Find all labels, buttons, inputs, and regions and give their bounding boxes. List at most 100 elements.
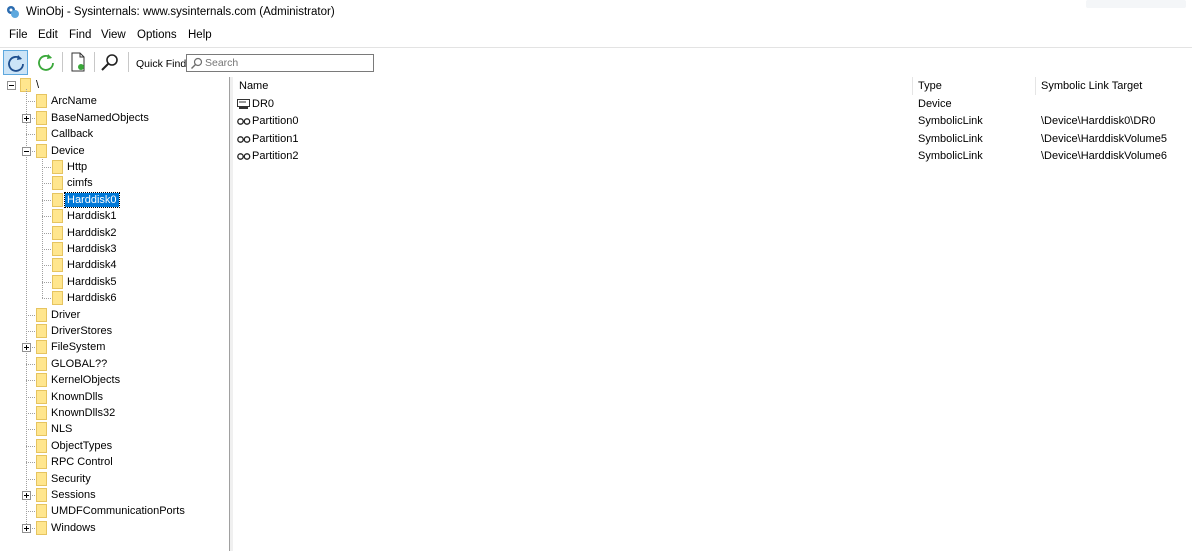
list-row[interactable]: DR0 Device — [233, 96, 1192, 113]
quick-find-label: Quick Find: — [136, 58, 190, 70]
tree-node-label: Callback — [51, 128, 94, 141]
folder-icon — [36, 94, 47, 109]
tree-node-label: Harddisk5 — [67, 275, 117, 288]
column-header-type[interactable]: Type — [918, 80, 942, 92]
tree-node-label: Harddisk6 — [67, 292, 117, 305]
tree-node-label: Harddisk0 — [64, 191, 120, 208]
tree-node-label: DriverStores — [51, 325, 113, 337]
tree-expand-icon[interactable] — [22, 113, 31, 123]
tree-collapse-icon[interactable] — [7, 81, 16, 90]
tree-node-label: Http — [67, 161, 88, 173]
object-list[interactable]: Name Type Symbolic Link Target DR0 Device… — [233, 77, 1192, 551]
column-separator[interactable] — [912, 77, 913, 95]
find-button[interactable] — [98, 50, 123, 75]
list-cell-type: SymbolicLink — [918, 149, 983, 162]
folder-icon — [36, 389, 47, 404]
list-row[interactable]: Partition0 SymbolicLink \Device\Harddisk0\… — [233, 113, 1192, 130]
properties-icon — [71, 52, 85, 72]
menu-options[interactable]: Options — [137, 29, 177, 41]
menu-find[interactable]: Find — [69, 29, 91, 41]
tree-connector-line — [26, 478, 35, 480]
folder-icon — [36, 340, 47, 355]
properties-button[interactable] — [66, 50, 91, 75]
folder-icon — [52, 176, 63, 191]
tree-connector-line — [42, 281, 51, 283]
tree-collapse-icon[interactable] — [22, 146, 31, 156]
list-cell-target: \Device\HarddiskVolume6 — [1041, 149, 1167, 162]
column-separator[interactable] — [1035, 77, 1036, 95]
tree-node-label: cimfs — [67, 177, 93, 190]
tree-expand-icon[interactable] — [22, 491, 31, 500]
column-header-name[interactable]: Name — [239, 80, 268, 92]
title-bar-ghost — [1086, 0, 1186, 8]
tree-connector-line — [42, 199, 51, 201]
tree-node-label: KnownDlls — [51, 390, 103, 403]
auto-refresh-button[interactable] — [34, 50, 59, 75]
tree-node-label: Harddisk1 — [67, 210, 117, 223]
tree-node-label: ObjectTypes — [51, 439, 113, 452]
folder-icon — [36, 471, 47, 486]
folder-icon — [36, 307, 47, 322]
list-cell-name: Partition1 — [252, 132, 299, 145]
folder-icon — [52, 192, 63, 207]
list-row[interactable]: Partition1 SymbolicLink \Device\HarddiskVo… — [233, 131, 1192, 148]
toolbar-separator — [62, 52, 63, 72]
list-cell-name: Partition2 — [252, 149, 299, 162]
tree-connector-line — [26, 331, 35, 332]
tree-connector-line — [42, 249, 51, 250]
folder-icon — [52, 160, 63, 174]
folder-icon — [52, 209, 63, 224]
tree-node-label: GLOBAL?? — [51, 357, 108, 370]
tree-connector-line — [26, 363, 35, 365]
column-header-symbolic-link-target[interactable]: Symbolic Link Target — [1041, 80, 1142, 92]
menu-help[interactable]: Help — [188, 29, 212, 41]
menu-view[interactable]: View — [101, 29, 126, 41]
refresh-button[interactable] — [3, 50, 28, 75]
tree-connector-line — [26, 445, 35, 447]
quick-find-input[interactable] — [205, 56, 370, 70]
folder-icon — [52, 258, 63, 273]
tree-node-label: KnownDlls32 — [51, 407, 116, 419]
tree-connector-line — [42, 154, 43, 299]
tree-node-label: Security — [51, 472, 91, 485]
tree-connector-line — [42, 298, 51, 300]
tree-node-label: Driver — [51, 308, 81, 321]
list-cell-type: SymbolicLink — [918, 132, 983, 145]
object-tree[interactable]: \ ArcName BaseNamedObjects Callback Device Ht… — [0, 77, 229, 551]
tree-expand-icon[interactable] — [22, 343, 31, 353]
tree-connector-line — [26, 101, 35, 103]
tree-node-label: FileSystem — [51, 341, 106, 354]
tree-connector-line — [26, 134, 35, 136]
tree-node-label: Harddisk4 — [67, 259, 117, 272]
menu-file[interactable]: File — [9, 29, 28, 41]
tree-expand-icon[interactable] — [22, 523, 31, 533]
menu-edit[interactable]: Edit — [38, 29, 58, 41]
tree-connector-line — [26, 413, 35, 414]
folder-icon — [36, 422, 47, 437]
tree-connector-line — [42, 183, 51, 185]
toolbar-separator — [128, 52, 129, 72]
tree-connector-line — [42, 265, 51, 267]
tree-node-label: Harddisk3 — [67, 243, 117, 255]
folder-icon — [36, 455, 47, 470]
symlink-icon — [237, 135, 251, 143]
list-cell-type: Device — [918, 98, 952, 110]
folder-icon — [36, 143, 47, 158]
folder-icon — [36, 110, 47, 125]
tree-node-label: BaseNamedObjects — [51, 111, 149, 124]
folder-icon — [36, 356, 47, 371]
list-row[interactable]: Partition2 SymbolicLink \Device\HarddiskVo… — [233, 148, 1192, 165]
tree-connector-line — [26, 314, 35, 316]
tree-connector-line — [26, 511, 35, 513]
search-icon — [191, 57, 203, 69]
tree-node-label: \ — [36, 79, 40, 91]
quick-find-box[interactable] — [186, 54, 374, 72]
find-icon — [101, 54, 118, 71]
folder-icon — [36, 438, 47, 453]
toolbar: Quick Find: — [0, 47, 1192, 77]
list-cell-target: \Device\HarddiskVolume5 — [1041, 132, 1167, 145]
menu-bar: File Edit Find View Options Help — [0, 26, 1192, 46]
tree-node-label: Device — [51, 144, 85, 157]
list-cell-type: SymbolicLink — [918, 115, 983, 128]
folder-icon — [52, 225, 63, 240]
